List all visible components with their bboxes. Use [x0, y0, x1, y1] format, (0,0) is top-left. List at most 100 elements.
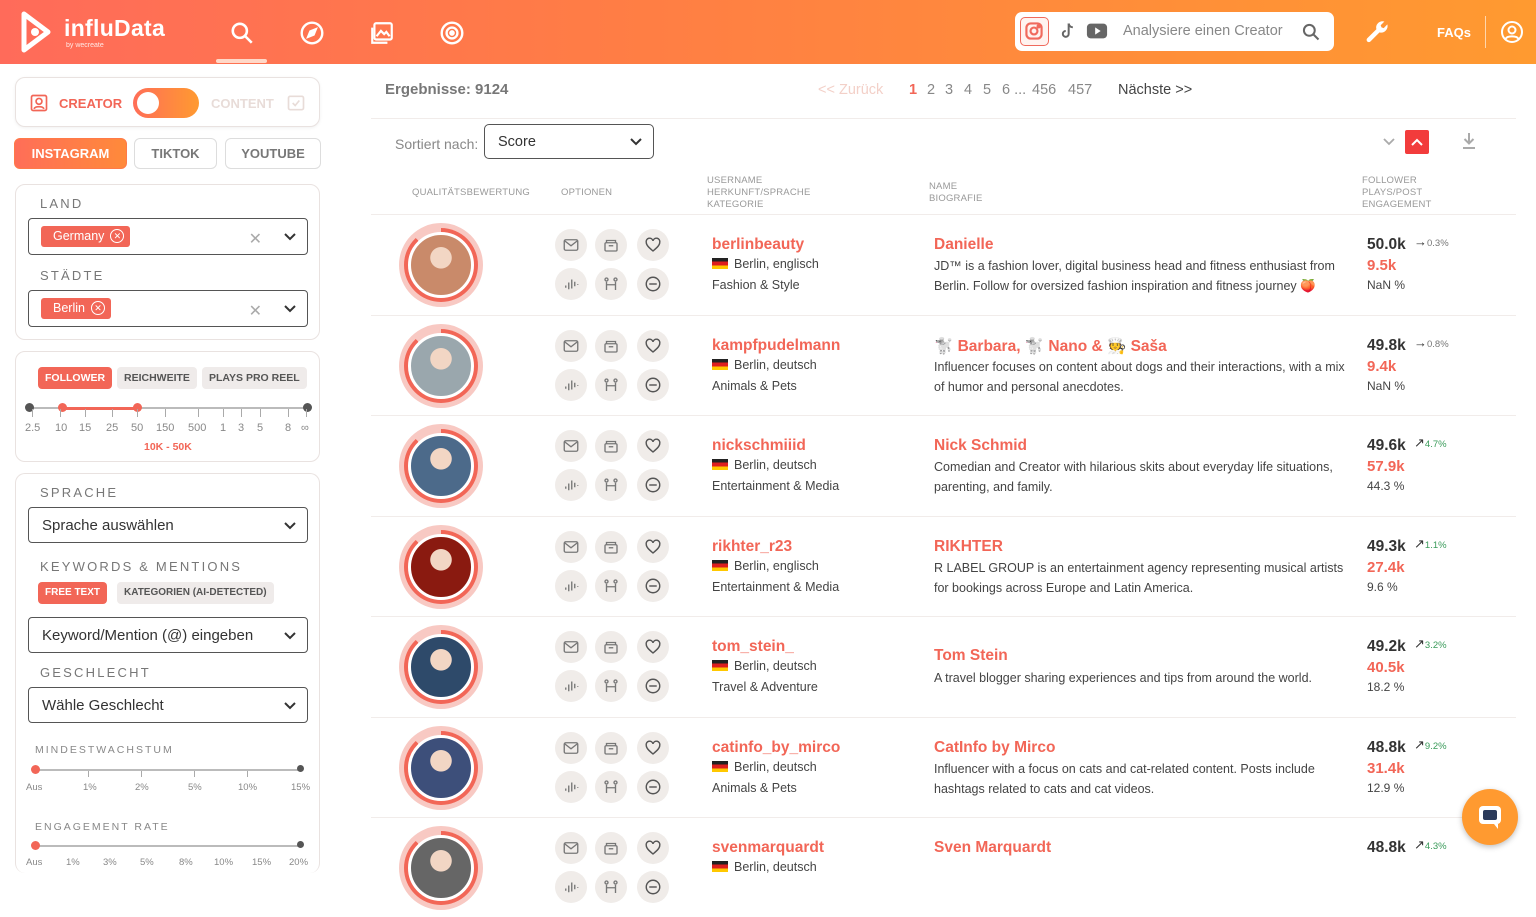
collection-icon[interactable]: [595, 832, 627, 864]
geschlecht-select[interactable]: Wähle Geschlecht: [28, 687, 308, 723]
staedte-select[interactable]: Berlin ✕ ✕: [28, 290, 308, 327]
result-row[interactable]: rikhter_r23 Berlin, englisch Entertainment…: [371, 515, 1516, 616]
close-icon[interactable]: ✕: [90, 301, 105, 315]
collection-icon[interactable]: [595, 430, 627, 462]
collection-icon[interactable]: [595, 731, 627, 764]
username-link[interactable]: nickschmiiid: [712, 437, 806, 455]
user-account-icon[interactable]: [1500, 20, 1524, 44]
email-icon[interactable]: [555, 430, 587, 462]
avatar[interactable]: [399, 323, 483, 408]
username-link[interactable]: catinfo_by_mirco: [712, 739, 840, 757]
wrench-icon[interactable]: [1364, 18, 1392, 46]
compare-icon[interactable]: [595, 670, 627, 702]
sprache-select[interactable]: Sprache auswählen: [28, 507, 308, 543]
tab-kategorien[interactable]: KATEGORIEN (AI-DETECTED): [117, 582, 274, 604]
wachstum-slider-track[interactable]: [35, 769, 301, 771]
username-link[interactable]: kampfpudelmann: [712, 337, 840, 355]
minus-circle-icon[interactable]: [637, 368, 669, 401]
search-submit-icon[interactable]: [1301, 22, 1321, 42]
faqs-link[interactable]: FAQs: [1437, 25, 1471, 40]
keyword-input[interactable]: Keyword/Mention (@) eingeben: [28, 617, 308, 653]
result-row[interactable]: berlinbeauty Berlin, englisch Fashion & St…: [371, 214, 1516, 314]
compare-icon[interactable]: [595, 569, 627, 602]
page-6[interactable]: 6 ...: [1002, 82, 1026, 98]
heart-icon[interactable]: [637, 229, 669, 261]
tab-instagram[interactable]: INSTAGRAM: [14, 138, 127, 169]
tab-plays-pro-reel[interactable]: PLAYS PRO REEL: [202, 367, 307, 389]
email-icon[interactable]: [555, 229, 587, 261]
username-link[interactable]: svenmarquardt: [712, 839, 824, 857]
chevron-down-icon[interactable]: [283, 520, 297, 532]
compare-icon[interactable]: [595, 268, 627, 300]
page-5[interactable]: 5: [983, 82, 991, 98]
staedte-chip[interactable]: Berlin ✕: [41, 298, 111, 319]
chevron-down-icon[interactable]: [283, 231, 297, 243]
clear-icon[interactable]: ✕: [249, 229, 262, 249]
display-name[interactable]: Nick Schmid: [934, 437, 1027, 455]
avatar[interactable]: [399, 625, 483, 709]
wachstum-handle[interactable]: [31, 765, 40, 774]
page-4[interactable]: 4: [964, 82, 972, 98]
heart-icon[interactable]: [637, 530, 669, 563]
avatar[interactable]: [399, 524, 483, 609]
email-icon[interactable]: [555, 329, 587, 362]
result-row[interactable]: svenmarquardt Berlin, deutsch Sven Marquar…: [371, 817, 1516, 917]
avatar[interactable]: [399, 223, 483, 307]
minus-circle-icon[interactable]: [637, 871, 669, 903]
page-2[interactable]: 2: [927, 82, 935, 98]
gallery-icon[interactable]: [369, 20, 395, 46]
tab-free-text[interactable]: FREE TEXT: [38, 582, 108, 604]
minus-circle-icon[interactable]: [637, 469, 669, 501]
compare-icon[interactable]: [595, 469, 627, 501]
avatar[interactable]: [399, 826, 483, 910]
result-row[interactable]: tom_stein_ Berlin, deutsch Travel & Advent…: [371, 616, 1516, 716]
creator-search-box[interactable]: Analysiere einen Creator: [1015, 12, 1334, 51]
heart-icon[interactable]: [637, 631, 669, 663]
creator-content-switch[interactable]: [133, 88, 199, 118]
page-457[interactable]: 457: [1068, 82, 1092, 98]
display-name[interactable]: Danielle: [934, 236, 993, 254]
result-row[interactable]: catinfo_by_mirco Berlin, deutsch Animals &…: [371, 716, 1516, 817]
audio-icon[interactable]: [555, 871, 587, 903]
avatar[interactable]: [399, 725, 483, 810]
tiktok-icon[interactable]: [1057, 21, 1077, 41]
compass-icon[interactable]: [299, 20, 325, 46]
page-1[interactable]: 1: [909, 82, 917, 98]
tab-tiktok[interactable]: TIKTOK: [134, 138, 217, 169]
instagram-platform-toggle[interactable]: [1020, 17, 1049, 46]
brand-logo[interactable]: influData by wecreate: [18, 6, 165, 58]
heart-icon[interactable]: [637, 832, 669, 864]
display-name[interactable]: Tom Stein: [934, 647, 1008, 665]
campaign-icon[interactable]: [439, 20, 465, 46]
collection-icon[interactable]: [595, 229, 627, 261]
youtube-icon[interactable]: [1086, 21, 1108, 41]
username-link[interactable]: tom_stein_: [712, 638, 794, 656]
display-name[interactable]: 🐩 Barbara, 🐩 Nano & 🧑‍🍳 Saša: [934, 337, 1167, 356]
chevron-down-icon[interactable]: [629, 136, 643, 148]
close-icon[interactable]: ✕: [110, 229, 125, 243]
result-row[interactable]: nickschmiiid Berlin, deutsch Entertainment…: [371, 415, 1516, 515]
pagination-next[interactable]: Nächste >>: [1118, 82, 1192, 98]
compare-icon[interactable]: [595, 770, 627, 803]
email-icon[interactable]: [555, 631, 587, 663]
audio-icon[interactable]: [555, 670, 587, 702]
land-chip[interactable]: Germany ✕: [41, 226, 131, 247]
engagement-handle[interactable]: [31, 841, 40, 850]
display-name[interactable]: RIKHTER: [934, 538, 1003, 556]
chat-launcher-button[interactable]: [1462, 789, 1518, 845]
display-name[interactable]: Sven Marquardt: [934, 839, 1051, 857]
search-icon[interactable]: [229, 20, 255, 46]
land-select[interactable]: Germany ✕ ✕: [28, 218, 308, 255]
email-icon[interactable]: [555, 832, 587, 864]
clear-icon[interactable]: ✕: [249, 301, 262, 321]
chevron-down-icon[interactable]: [283, 303, 297, 315]
sort-descending-icon[interactable]: [1382, 136, 1396, 148]
collection-icon[interactable]: [595, 631, 627, 663]
sort-select[interactable]: Score: [484, 124, 654, 159]
audio-icon[interactable]: [555, 268, 587, 300]
download-icon[interactable]: [1461, 131, 1477, 151]
search-input[interactable]: Analysiere einen Creator: [1123, 23, 1283, 39]
collection-icon[interactable]: [595, 530, 627, 563]
minus-circle-icon[interactable]: [637, 670, 669, 702]
username-link[interactable]: rikhter_r23: [712, 538, 792, 556]
